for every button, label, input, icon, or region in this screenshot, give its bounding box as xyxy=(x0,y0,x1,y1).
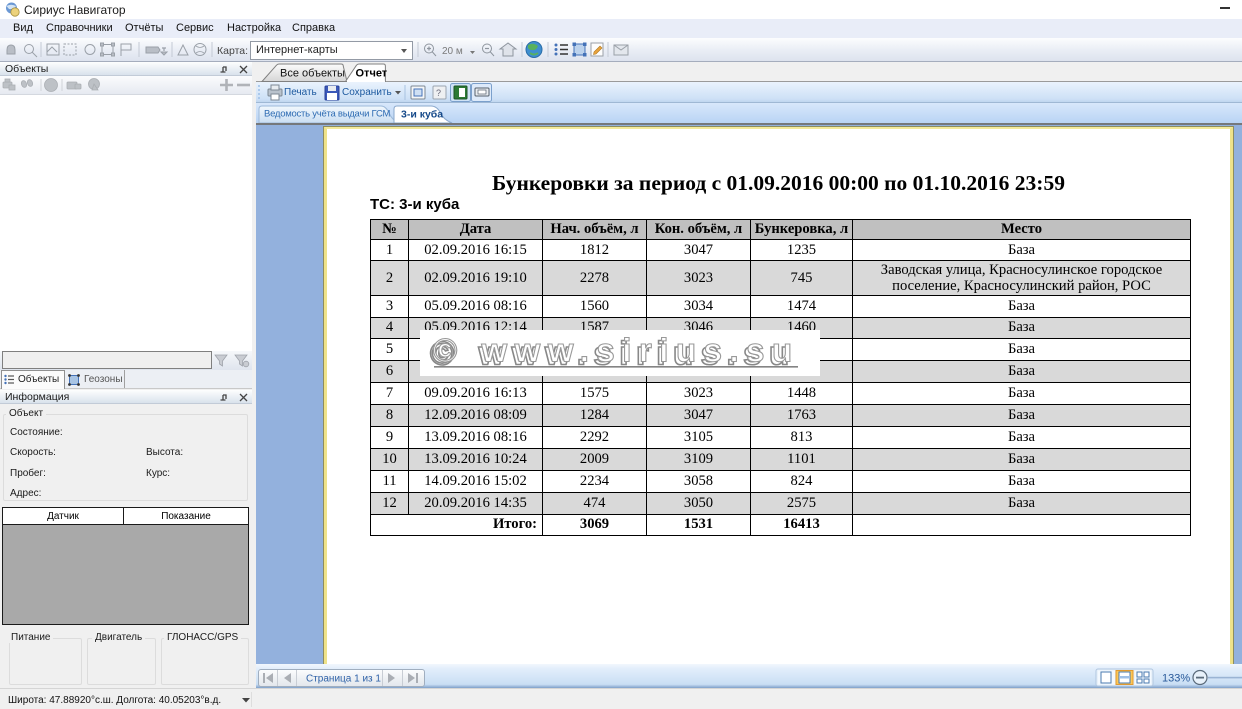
svg-text:© www.sirius.su: © www.sirius.su xyxy=(433,332,800,369)
svg-text:Все объекты: Все объекты xyxy=(280,68,345,80)
svg-text:3-и куба: 3-и куба xyxy=(401,109,443,121)
svg-text:Отчет: Отчет xyxy=(356,68,388,80)
svg-text:133%: 133% xyxy=(1162,673,1190,685)
svg-text:Ведомость учёта выдачи ГСМ: Ведомость учёта выдачи ГСМ xyxy=(264,109,391,120)
svg-text:?: ? xyxy=(436,88,441,98)
svg-text:Страница 1 из 1: Страница 1 из 1 xyxy=(306,674,381,685)
